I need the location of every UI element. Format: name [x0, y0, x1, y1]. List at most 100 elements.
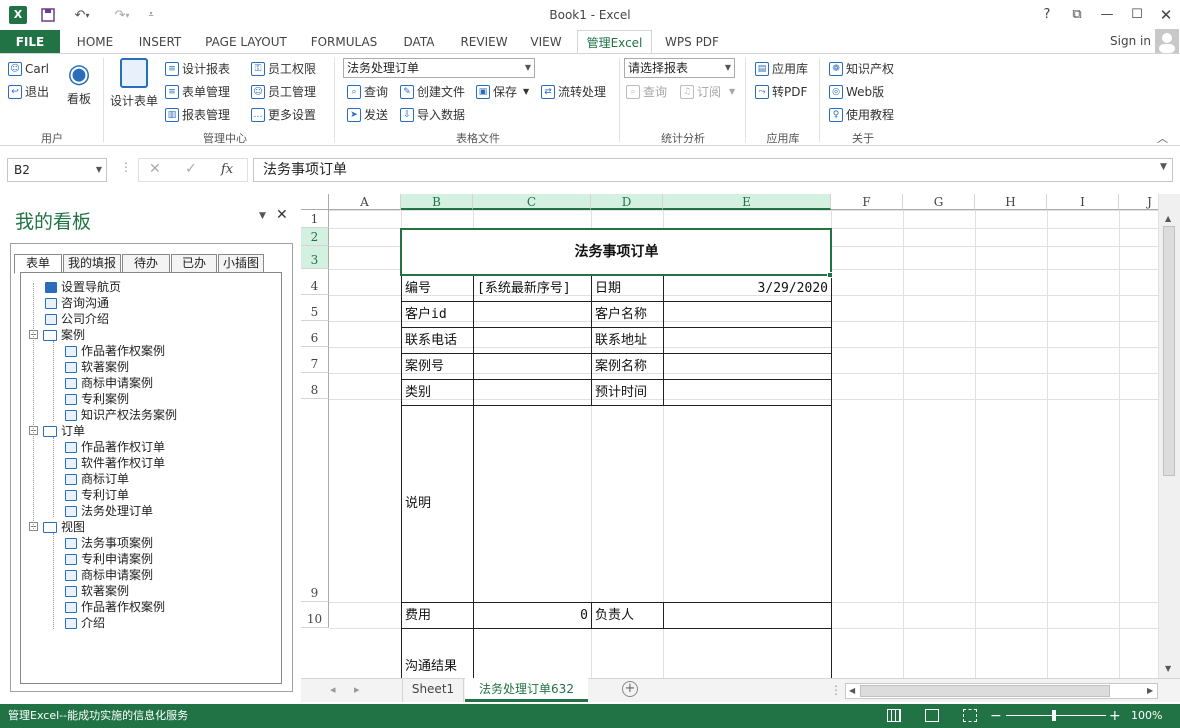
tree-item[interactable]: 介绍: [65, 615, 105, 631]
report-mgmt-button[interactable]: ▥ 报表管理: [165, 105, 230, 125]
tree-folder[interactable]: 视图: [43, 519, 85, 535]
column-header-a[interactable]: A: [329, 194, 401, 210]
cell-c4[interactable]: [系统最新序号]: [474, 276, 591, 301]
row-header-9[interactable]: 9: [301, 399, 329, 602]
pane-tab-my-fill[interactable]: 我的填报: [63, 254, 121, 273]
collapse-ribbon-icon[interactable]: ︿: [1157, 130, 1168, 146]
cell-b7[interactable]: 案例号: [402, 354, 473, 379]
form-mgmt-button[interactable]: ≡ 表单管理: [165, 82, 230, 102]
scroll-right-icon[interactable]: ▶: [1147, 684, 1153, 698]
tab-wps-pdf[interactable]: WPS PDF: [658, 30, 726, 54]
ip-button[interactable]: ❁ 知识产权: [829, 59, 894, 79]
page-layout-view-icon[interactable]: [925, 709, 939, 722]
sheet-tab-legal-order[interactable]: 法务处理订单632: [465, 678, 588, 702]
row-header-3[interactable]: 3: [301, 246, 329, 269]
scroll-up-icon[interactable]: ▲: [1165, 214, 1171, 223]
formula-input[interactable]: 法务事项订单: [253, 158, 1173, 182]
cell-b4[interactable]: 编号: [402, 276, 473, 301]
tree-item[interactable]: 法务事项案例: [65, 535, 153, 551]
import-button[interactable]: ⇩ 导入数据: [400, 105, 465, 125]
column-header-j[interactable]: J: [1119, 194, 1158, 210]
add-sheet-icon[interactable]: +: [622, 681, 638, 697]
tutorial-button[interactable]: ♀ 使用教程: [829, 105, 894, 125]
topdf-button[interactable]: ⤳ 转PDF: [755, 82, 807, 102]
zoom-out-icon[interactable]: −: [990, 704, 1002, 728]
create-file-button[interactable]: ✎ 创建文件: [400, 82, 465, 102]
tree-item[interactable]: 知识产权法务案例: [65, 407, 177, 423]
formula-bar-grip[interactable]: ⋮: [120, 160, 132, 174]
pane-tab-forms[interactable]: 表单: [14, 254, 62, 274]
tab-view[interactable]: VIEW: [522, 30, 570, 54]
pane-options-icon[interactable]: ▼: [259, 211, 266, 221]
row-header-1[interactable]: 1: [301, 210, 329, 228]
pane-tab-todo[interactable]: 待办: [122, 254, 170, 273]
row-header-10[interactable]: 10: [301, 602, 329, 628]
column-header-c[interactable]: C: [473, 194, 591, 210]
ribbon-display-icon[interactable]: ⧉: [1066, 4, 1088, 26]
logout-button[interactable]: ↩ 退出: [8, 82, 49, 102]
cell-b11[interactable]: 沟通结果: [402, 654, 473, 678]
tab-file[interactable]: FILE: [0, 30, 60, 54]
normal-view-icon[interactable]: [887, 709, 901, 722]
hscroll-grip[interactable]: ⋮: [830, 683, 842, 697]
tab-insert[interactable]: INSERT: [130, 30, 190, 54]
enter-icon[interactable]: ✓: [185, 161, 197, 177]
page-break-view-icon[interactable]: [963, 709, 977, 722]
maximize-button[interactable]: ☐: [1126, 4, 1148, 26]
save-file-button[interactable]: ▣ 保存 ▼: [476, 82, 529, 102]
vertical-scrollbar[interactable]: ▲ ▼: [1158, 194, 1180, 678]
tree-item[interactable]: 商标订单: [65, 471, 129, 487]
tree-item[interactable]: 软著案例: [65, 583, 129, 599]
cell-b8[interactable]: 类别: [402, 380, 473, 405]
pane-tab-done[interactable]: 已办: [171, 254, 217, 273]
sheet-tab-sheet1[interactable]: Sheet1: [402, 678, 464, 702]
more-settings-button[interactable]: … 更多设置: [251, 105, 316, 125]
cell-d4[interactable]: 日期: [592, 276, 663, 301]
design-form-button[interactable]: 设计表单: [108, 58, 160, 109]
tree-item[interactable]: 专利申请案例: [65, 551, 153, 567]
help-button[interactable]: ?: [1036, 4, 1058, 26]
column-header-i[interactable]: I: [1047, 194, 1119, 210]
form-select-combo[interactable]: 法务处理订单 ▼: [343, 58, 535, 78]
tree-item[interactable]: 商标申请案例: [65, 375, 153, 391]
sheet-prev-icon[interactable]: ◂: [330, 683, 336, 696]
signin-link[interactable]: Sign in: [1110, 34, 1151, 48]
web-button[interactable]: ◎ Web版: [829, 82, 884, 102]
row-header-6[interactable]: 6: [301, 321, 329, 347]
zoom-slider[interactable]: [1006, 715, 1106, 716]
hscroll-thumb[interactable]: [860, 685, 1110, 697]
scroll-thumb[interactable]: [1163, 226, 1175, 476]
cell-e4[interactable]: 3/29/2020: [664, 276, 831, 301]
cell-d10[interactable]: 负责人: [592, 603, 663, 628]
tree-item[interactable]: 软件著作权订单: [65, 455, 165, 471]
pane-tab-illustrations[interactable]: 小插图: [218, 254, 264, 273]
tree-item[interactable]: 软著案例: [65, 359, 129, 375]
close-pane-icon[interactable]: ✕: [276, 207, 288, 223]
tree-folder[interactable]: 订单: [43, 423, 85, 439]
cell-d6[interactable]: 联系地址: [592, 328, 663, 353]
emp-mgmt-button[interactable]: ☺ 员工管理: [251, 82, 316, 102]
cell-b9[interactable]: 说明: [402, 406, 473, 602]
scroll-down-icon[interactable]: ▼: [1165, 664, 1171, 673]
tree-item[interactable]: 作品著作权订单: [65, 439, 165, 455]
tab-guanli-excel[interactable]: 管理Excel: [577, 30, 652, 54]
board-button[interactable]: ◉ 看板: [62, 58, 96, 107]
zoom-thumb[interactable]: [1052, 710, 1056, 721]
query-button[interactable]: ⌕ 查询: [347, 82, 388, 102]
send-button[interactable]: ➤ 发送: [347, 105, 388, 125]
cell-b10[interactable]: 费用: [402, 603, 473, 628]
tree-item[interactable]: 咨询沟通: [45, 295, 109, 311]
tree-item[interactable]: 设置导航页: [45, 279, 121, 295]
tree-item[interactable]: 专利订单: [65, 487, 129, 503]
cell-title[interactable]: 法务事项订单: [402, 229, 831, 275]
column-header-h[interactable]: H: [975, 194, 1047, 210]
column-header-b[interactable]: B: [401, 194, 473, 210]
cell-d7[interactable]: 案例名称: [592, 354, 663, 379]
horizontal-scrollbar[interactable]: ◀ ▶: [845, 683, 1158, 699]
select-all-corner[interactable]: [301, 194, 329, 210]
column-header-d[interactable]: D: [591, 194, 663, 210]
tab-home[interactable]: HOME: [66, 30, 124, 54]
tree-item[interactable]: 法务处理订单: [65, 503, 153, 519]
cell-c10[interactable]: 0: [474, 603, 591, 628]
row-header-7[interactable]: 7: [301, 347, 329, 373]
